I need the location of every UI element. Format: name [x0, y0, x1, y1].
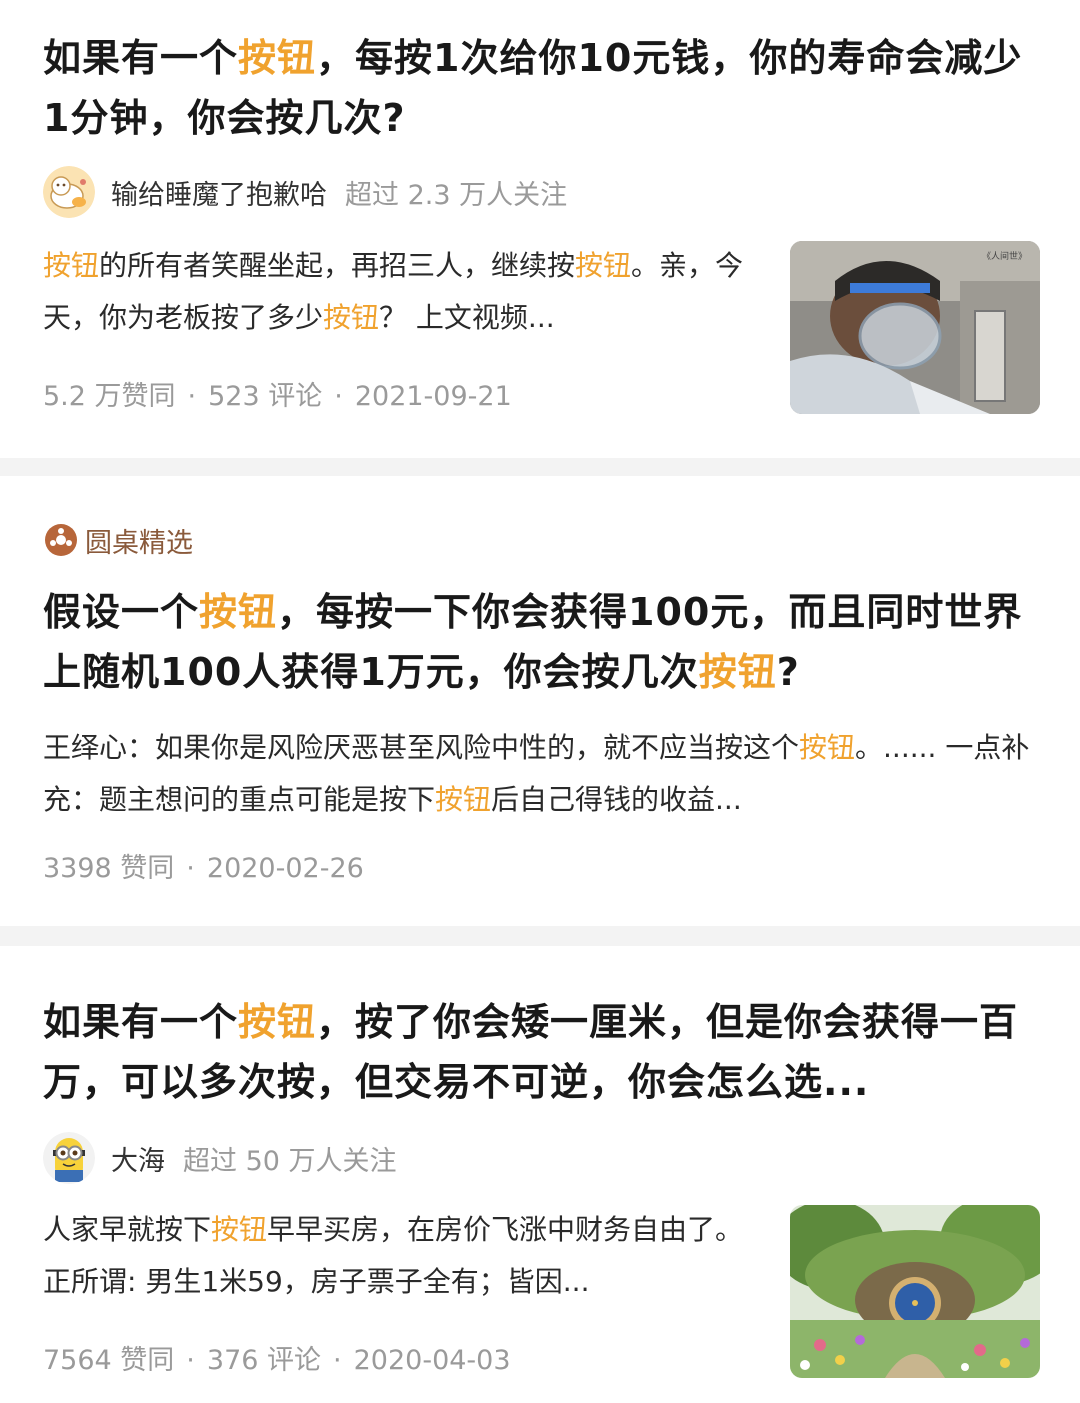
comment-count[interactable]: 523 评论 — [208, 381, 322, 412]
card-title[interactable]: 如果有一个按钮，按了你会矮一厘米，但是你会获得一百万，可以多次按，但交易不可逆，… — [43, 992, 1043, 1112]
feed-card-3[interactable]: 如果有一个按钮，按了你会矮一厘米，但是你会获得一百万，可以多次按，但交易不可逆，… — [0, 946, 1080, 1403]
hobbit-house-garden-photo[interactable] — [790, 1205, 1040, 1378]
card-title[interactable]: 假设一个按钮，每按一下你会获得100元，而且同时世界上随机100人获得1万元，你… — [43, 582, 1043, 702]
author-row[interactable]: 输给睡魔了抱歉哈 超过 2.3 万人关注 — [43, 164, 567, 220]
answer-snippet[interactable]: 人家早就按下按钮早早买房，在房价飞涨中财务自由了。正所谓: 男生1米59，房子票… — [43, 1204, 763, 1308]
minion-avatar-icon[interactable] — [43, 1132, 95, 1184]
card-meta: 7564 赞同 · 376 评论 · 2020-04-03 — [43, 1345, 511, 1376]
feed-card-1[interactable]: 如果有一个按钮，每按1次给你10元钱，你的寿命会减少1分钟，你会按几次? 输给睡… — [0, 0, 1080, 458]
card-meta: 3398 赞同 · 2020-02-26 — [43, 853, 364, 884]
card-separator — [0, 458, 1080, 476]
cartoon-cat-avatar-icon[interactable] — [43, 166, 95, 218]
tag-label: 圆桌精选 — [85, 527, 193, 559]
roundtable-icon — [45, 524, 77, 556]
post-date: 2020-02-26 — [206, 853, 364, 884]
post-date: 2020-04-03 — [353, 1345, 511, 1376]
hospital-patient-photo[interactable]: 《人间世》 — [790, 241, 1040, 414]
answer-snippet[interactable]: 王绎心：如果你是风险厌恶甚至风险中性的，就不应当按这个按钮。...... 一点补… — [43, 722, 1043, 826]
like-count: 3398 赞同 — [43, 853, 175, 884]
feed-card-2[interactable]: 圆桌精选 假设一个按钮，每按一下你会获得100元，而且同时世界上随机100人获得… — [0, 476, 1080, 926]
card-meta: 5.2 万赞同 · 523 评论 · 2021-09-21 — [43, 381, 512, 412]
roundtable-tag[interactable]: 圆桌精选 — [45, 520, 193, 560]
like-count: 5.2 万赞同 — [43, 381, 176, 412]
author-name[interactable]: 大海 — [111, 1139, 165, 1178]
like-count: 7564 赞同 — [43, 1345, 175, 1376]
answer-snippet[interactable]: 按钮的所有者笑醒坐起，再招三人，继续按按钮。亲，今天，你为老板按了多少按钮？ 上… — [43, 240, 763, 344]
photo-caption: 《人间世》 — [982, 250, 1027, 262]
follower-count: 超过 50 万人关注 — [183, 1145, 397, 1177]
post-date: 2021-09-21 — [354, 381, 512, 412]
author-row[interactable]: 大海 超过 50 万人关注 — [43, 1130, 397, 1186]
author-name[interactable]: 输给睡魔了抱歉哈 — [111, 173, 327, 212]
card-title[interactable]: 如果有一个按钮，每按1次给你10元钱，你的寿命会减少1分钟，你会按几次? — [43, 28, 1043, 148]
card-separator — [0, 926, 1080, 946]
follower-count: 超过 2.3 万人关注 — [345, 179, 568, 211]
comment-count[interactable]: 376 评论 — [207, 1345, 321, 1376]
